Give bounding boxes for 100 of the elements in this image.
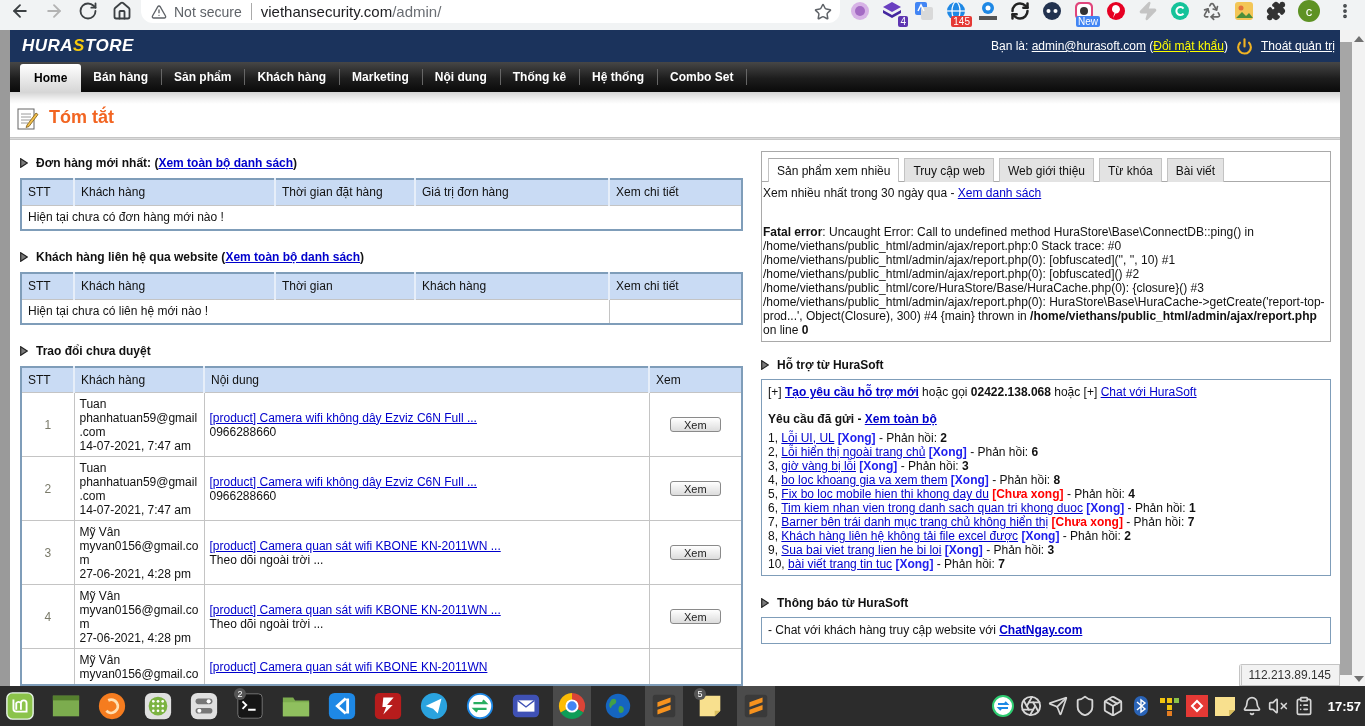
muted-speaker-icon[interactable] [1267,696,1288,716]
column-header: Xem chi tiết [609,179,742,205]
report-tab[interactable]: Bài viết [1166,158,1225,182]
profile-avatar[interactable]: c [1298,0,1320,22]
request-link[interactable]: Fix bo loc mobile hien thi khong day du [781,487,989,501]
menu-tab[interactable]: Sản phẩm [162,62,246,92]
scroll-down-icon[interactable] [1353,676,1364,682]
paper-plane-icon[interactable] [1047,696,1068,716]
menu-tab[interactable]: Nội dung [422,62,501,92]
translate-icon[interactable] [914,1,934,21]
bookmark-star-icon[interactable] [814,2,832,21]
sticky-note-icon[interactable] [1213,695,1236,717]
triangle-bullet-icon [20,252,28,262]
menu-tab[interactable]: Bán hàng [81,62,162,92]
column-header: STT [21,367,74,392]
customer-name: Mỹ Vân [79,524,122,539]
back-icon[interactable] [10,1,30,21]
menu-tab[interactable]: Marketing [340,62,423,92]
request-link[interactable]: Barner bên trái danh mục trang chủ không hiển thị [781,515,1049,529]
request-link[interactable]: bài viết trang tin tuc [788,557,893,571]
request-link[interactable]: bo loc khoang gia va xem them [781,473,948,487]
support-request: 4, bo loc khoang gia va xem them [Xong] - Phản hồi: 8 [768,473,1062,487]
product-link[interactable]: [product] Camera wifi không dây Ezviz C6N Full ... [209,474,477,489]
support-request: 6, Tim kiem nhan vien trong danh sach quan tri khong duoc [Xong] - Phản hồi: 1 [768,501,1197,515]
bar-icon[interactable] [978,1,998,21]
account-link[interactable]: Đổi mật khẩu [1153,39,1224,53]
url-text[interactable]: viethansecurity.com/admin/ [260,3,442,20]
support-request: 9, Sua bai viet trang lien he bi loi [Xong] - Phản hồi: 3 [768,543,1056,557]
aperture-icon[interactable] [1019,695,1042,717]
account-info: Bạn là: admin@hurasoft.com (Đổi mật khẩu) [990,39,1228,53]
menu-tab[interactable]: Thống kê [500,62,581,92]
reload-icon[interactable] [78,1,98,21]
request-link[interactable]: giờ vàng bị lỗi [781,459,856,473]
request-link[interactable]: Lỗi UI, UL [781,431,835,445]
count-badge: 5 [694,688,706,700]
sync-icon[interactable] [1010,1,1030,21]
menu-tab[interactable]: Hệ thống [580,62,659,92]
power-icon[interactable] [1235,37,1253,55]
summary-text: Xem nhiều nhất trong 30 ngày qua - Xem danh sách [763,186,1043,200]
view-all-link[interactable]: Xem toàn bộ [864,412,937,426]
puzzle-icon[interactable] [1266,1,1286,21]
column-header: Xem chi tiết [609,273,742,299]
view-button[interactable]: Xem [669,609,721,624]
picture-icon[interactable] [1234,1,1254,21]
menu-tab[interactable]: Khách hàng [245,62,341,92]
customer-name: Tuan [79,460,108,475]
logo: HURASTORE [22,36,134,56]
product-link[interactable]: [product] Camera quan sát wifi KBONE KN-2011WN ... [209,602,501,617]
support-link[interactable]: Tạo yêu cầu hỗ trợ mới [785,385,919,399]
view-all-link[interactable]: Xem toàn bộ danh sách [225,250,361,264]
triangle-bullet-icon [761,360,769,370]
package-icon[interactable] [1101,695,1124,717]
view-button[interactable]: Xem [669,481,721,496]
message-text: 0966288660 [209,424,278,439]
menu-tab[interactable]: Combo Set [658,62,748,92]
view-button[interactable]: Xem [669,417,721,432]
taskbar-button[interactable]: 2 [231,686,269,726]
blocks-icon[interactable] [1157,695,1180,717]
disc-icon[interactable] [1042,1,1062,21]
sync-icon[interactable] [991,695,1014,717]
diamond-tile-icon[interactable] [1185,695,1208,717]
taskbar-button[interactable]: 5 [691,686,729,726]
request-link[interactable]: Khách hàng liên hệ không tải file excel được [781,529,1019,543]
bell-icon[interactable] [1241,696,1262,716]
customer-name: Mỹ Vân [79,652,122,667]
product-link[interactable]: [product] Camera quan sát wifi KBONE KN-2011WN ... [209,538,501,553]
report-tab[interactable]: Sản phẩm xem nhiều [768,158,900,182]
clock: 17:57 [1327,698,1361,714]
product-link[interactable]: [product] Camera wifi không dây Ezviz C6N Full ... [209,410,477,425]
menu-tab[interactable]: Home [20,64,82,92]
support-request: 8, Khách hàng liên hệ không tải file excel được [Xong] - Phản hồi: 2 [768,529,1132,543]
scrollbar-thumb[interactable] [1340,42,1352,675]
table-cell: 3 [21,520,74,584]
customer-email: phanhatuan59@gmail.com [79,410,199,439]
customer-email: phanhatuan59@gmail.com [79,474,199,503]
home-icon[interactable] [112,1,132,21]
request-link[interactable]: Tim kiem nhan vien trong danh sach quan tri khong duoc [781,501,1083,515]
scroll-up-icon[interactable] [1353,36,1364,42]
request-link[interactable]: Sua bai viet trang lien he bi loi [781,543,942,557]
view-list-link[interactable]: Xem danh sách [957,186,1042,200]
page-title: Tóm tắt [49,107,114,128]
pin-icon[interactable] [1106,1,1126,21]
layers-icon[interactable] [882,1,902,21]
scrollbar[interactable] [1340,30,1365,686]
message-date: 27-06-2021, 4:28 pm [79,566,192,581]
report-tab[interactable]: Truy cập web [904,158,994,182]
report-tab[interactable]: Từ khóa [1099,158,1162,182]
column-header: Thời gian [275,273,415,299]
recycle-icon[interactable] [1202,1,1222,21]
section-heading: Khách hàng liên hệ qua website (Xem toàn bộ danh sách) [36,250,365,264]
support-request: 5, Fix bo loc mobile hien thi khong day du [Chưa xong] - Phản hồi: 4 [768,487,1136,501]
support-link[interactable]: Chat với HuraSoft [1100,385,1197,399]
column-header: Thời gian đặt hàng [275,179,415,205]
logout-link[interactable]: Thoát quản trị [1260,39,1335,53]
request-link[interactable]: Lỗi hiển thị ngoài trang chủ [781,445,926,459]
report-tab[interactable]: Web giới thiệu [999,158,1095,182]
column-header: Xem [649,367,742,392]
view-button[interactable]: Xem [669,545,721,560]
website-link[interactable]: ChatNgay.com [999,623,1083,637]
account-link[interactable]: admin@hurasoft.com [1031,39,1146,53]
